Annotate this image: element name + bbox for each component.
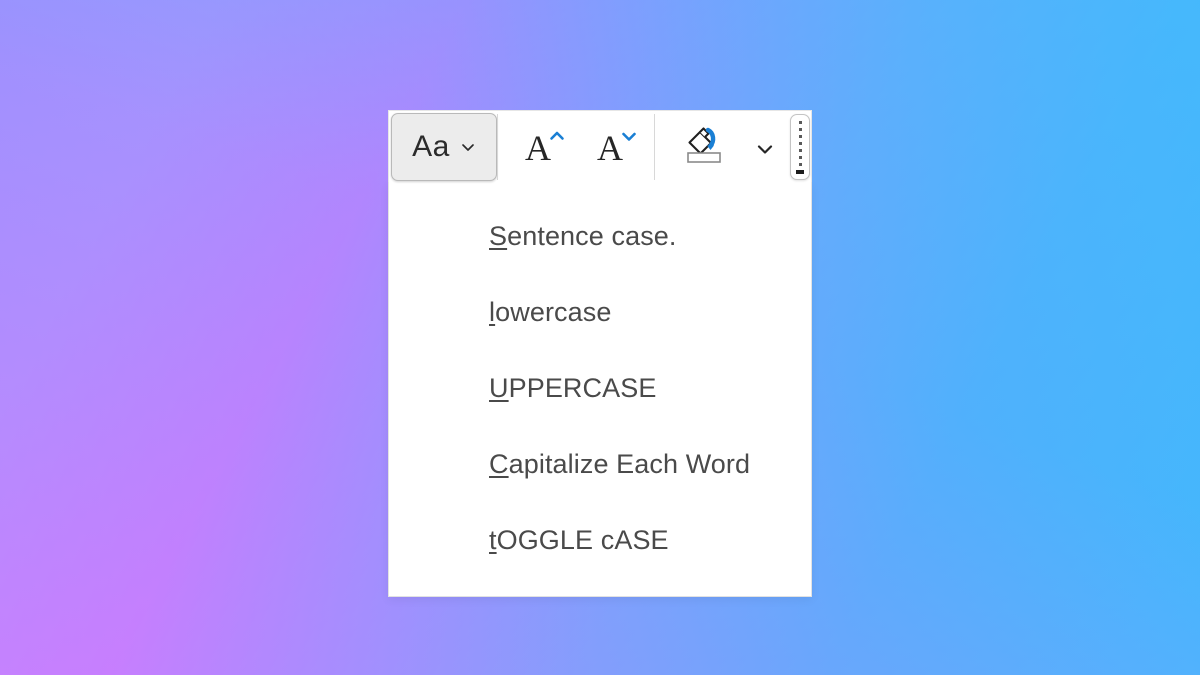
menu-item-accelerator: U [489,373,509,404]
text-highlight-color-dropdown[interactable] [741,113,785,181]
chevron-down-icon [755,139,771,155]
paint-bucket-icon [681,122,727,171]
change-case-label: Aa [412,132,450,162]
menu-item-accelerator: C [489,449,509,480]
change-case-menu: Sentence case. lowercase UPPERCASE Capit… [388,182,812,597]
menu-item-label: PPERCASE [509,373,657,404]
text-highlight-color-button[interactable] [667,113,741,181]
mini-toolbar: Aa A A [388,110,812,182]
menu-item-label: owercase [495,297,611,328]
menu-item-label: OGGLE cASE [497,525,669,556]
menu-item-label: apitalize Each Word [509,449,751,480]
decrease-font-size-button[interactable]: A [582,113,654,181]
toolbar-overflow-grip[interactable] [790,114,810,180]
menu-item-uppercase[interactable]: UPPERCASE [389,350,811,426]
change-case-button[interactable]: Aa [391,113,497,181]
chevron-up-icon [548,128,564,144]
toolbar-group-highlight [655,111,785,182]
menu-item-accelerator: t [489,525,497,556]
menu-item-accelerator: S [489,221,507,252]
menu-item-sentence-case[interactable]: Sentence case. [389,198,811,274]
chevron-down-icon [460,139,476,155]
menu-item-lowercase[interactable]: lowercase [389,274,811,350]
toolbar-group-case: Aa [389,111,497,182]
change-case-widget: Aa A A [388,110,812,597]
menu-item-capitalize-each-word[interactable]: Capitalize Each Word [389,426,811,502]
menu-item-label: entence case. [507,221,676,252]
chevron-down-icon [620,128,636,144]
grip-dots-icon [796,121,804,174]
menu-item-toggle-case[interactable]: tOGGLE cASE [389,502,811,578]
toolbar-group-font-size: A A [498,111,654,182]
increase-font-size-button[interactable]: A [510,113,582,181]
